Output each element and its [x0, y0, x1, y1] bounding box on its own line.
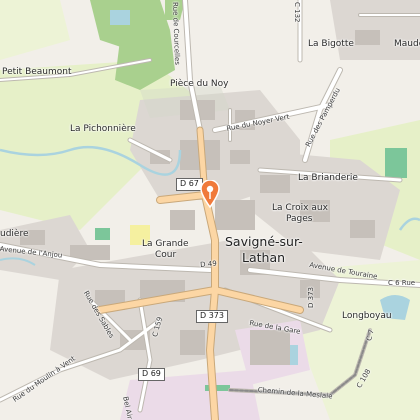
road-label-d49: D 49 — [199, 259, 218, 269]
road-shield-d373: D 373 — [196, 310, 228, 323]
place-label-cour: Cour — [155, 250, 177, 260]
map-base-layer — [0, 0, 420, 420]
road-shield-d67-west: D 67 — [176, 178, 203, 191]
place-label-la-grande: La Grande — [142, 239, 189, 249]
town-label-lathan: Lathan — [242, 250, 286, 265]
place-label-audiere: udière — [0, 229, 29, 239]
road-label-c132: C 132 — [293, 2, 301, 23]
place-label-petit-beaumont: Petit Beaumont — [2, 67, 72, 77]
town-label-savigne: Savigné-sur- — [225, 234, 303, 249]
road-shield-d69: D 69 — [138, 368, 165, 381]
road-label-c6: C 6 Rue — [388, 279, 416, 287]
road-label-courcelles: Rue de Courcelles — [171, 1, 182, 66]
place-label-la-croix-aux: La Croix aux — [272, 203, 328, 213]
map-view[interactable]: Petit Beaumont La Bigotte Maudet Pièce d… — [0, 0, 420, 420]
place-label-la-brianderie: La Brianderie — [298, 173, 358, 183]
place-label-la-bigotte: La Bigotte — [308, 39, 354, 49]
place-label-pages: Pages — [286, 214, 313, 224]
location-pin-icon[interactable] — [200, 179, 220, 209]
place-label-la-pichonniere: La Pichonnière — [70, 124, 136, 134]
place-label-maudet: Maudet — [394, 39, 420, 49]
road-label-d373: D 373 — [307, 287, 315, 308]
location-pin-shape — [200, 179, 220, 209]
place-label-longboyau: Longboyau — [342, 311, 392, 321]
place-label-piece-du-noy: Pièce du Noy — [170, 79, 229, 89]
